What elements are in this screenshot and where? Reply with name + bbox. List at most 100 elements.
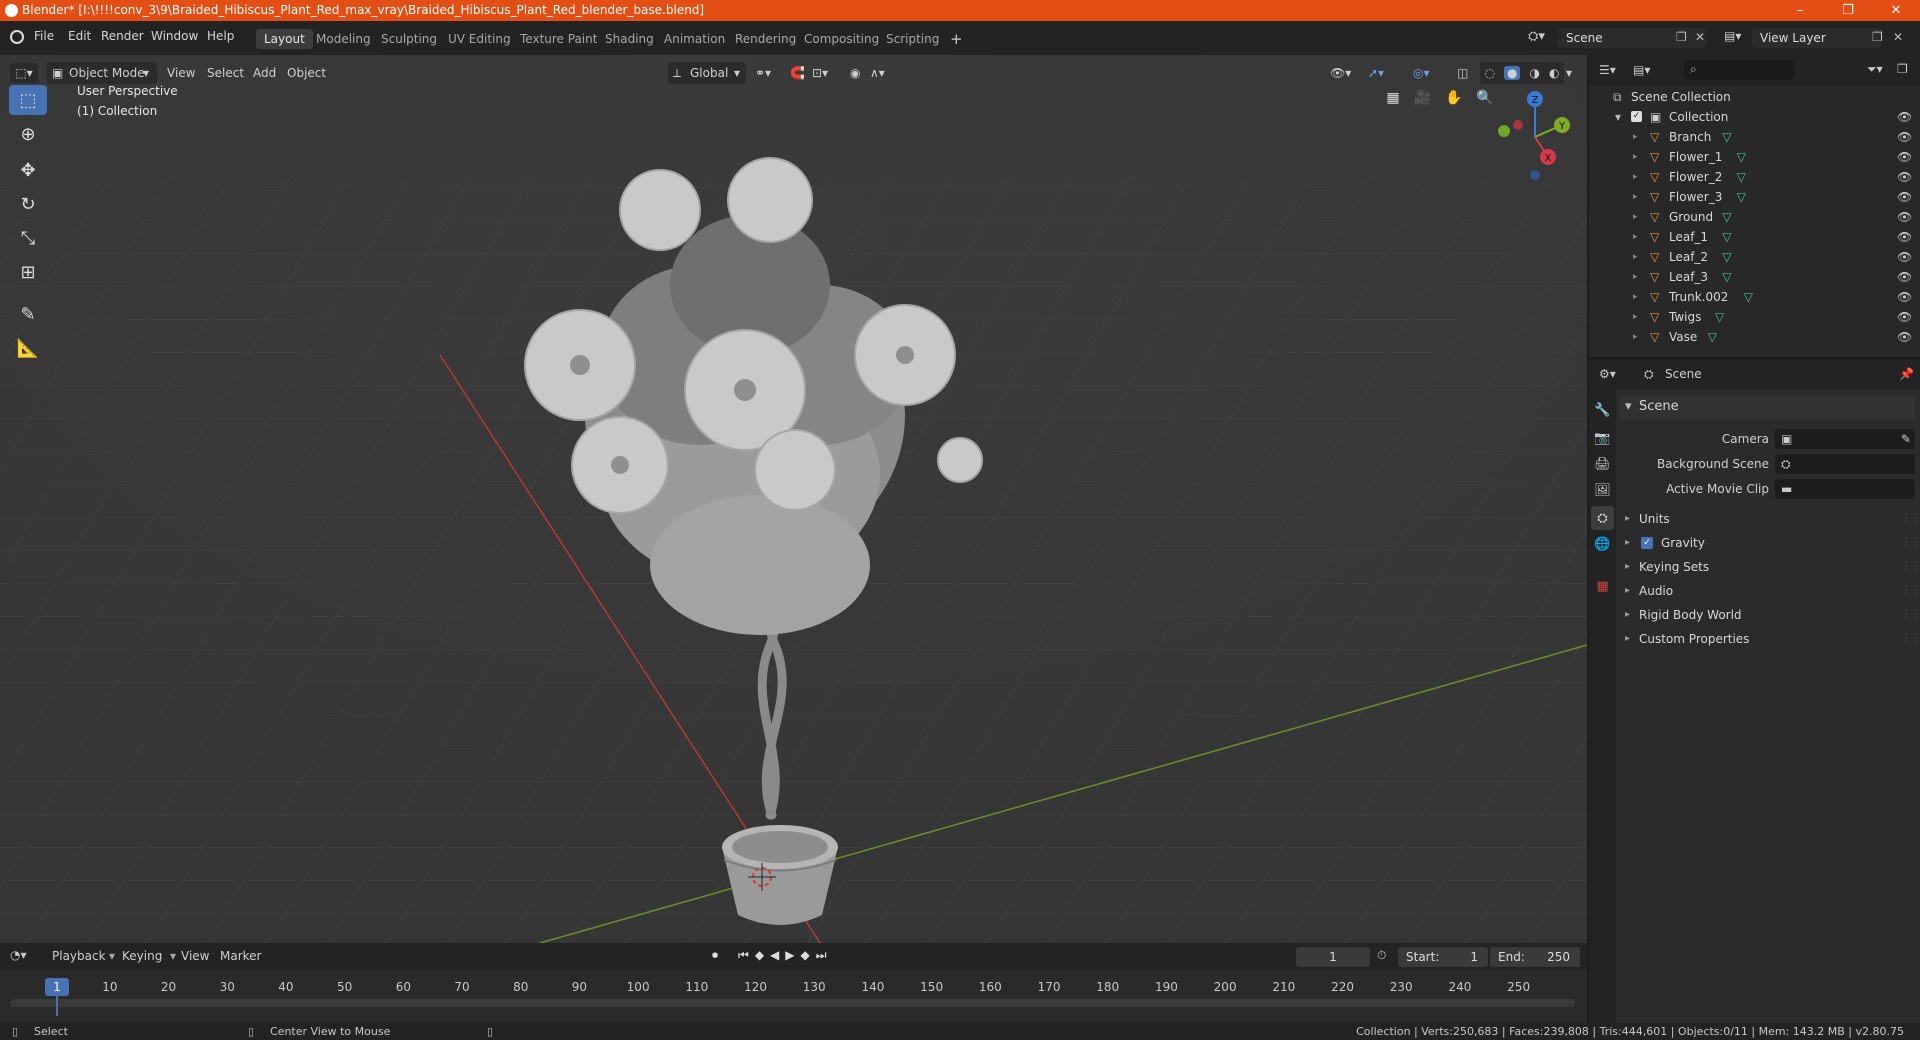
gravity-checkbox[interactable]: ✓ xyxy=(1641,537,1653,549)
expand-arrow-icon[interactable]: ▸ xyxy=(1633,307,1638,327)
object-mode-dropdown[interactable]: ▣ Object Mode ▾ xyxy=(47,62,157,84)
outliner-row-object[interactable]: ▸ ▽ ▽ 👁 Leaf_3 xyxy=(1589,267,1920,287)
outliner-row-object[interactable]: ▸ ▽ ▽ 👁 Leaf_1 xyxy=(1589,227,1920,247)
menu-file[interactable]: File xyxy=(34,29,54,43)
gizmo-toggle-icon[interactable]: ➚▾ xyxy=(1368,62,1384,84)
display-mode-icon[interactable]: ▤▾ xyxy=(1633,63,1650,77)
timeline-editor-type-icon[interactable]: ◔▾ xyxy=(10,948,27,962)
blender-menu-icon[interactable] xyxy=(10,30,24,44)
outliner-row-scene-collection[interactable]: ⧉ Scene Collection xyxy=(1589,87,1920,107)
property-field[interactable]: ▣ ✎ xyxy=(1775,429,1915,449)
eyedropper-icon[interactable]: ✎ xyxy=(1901,429,1911,449)
drag-handle-icon[interactable]: ⋮⋮ xyxy=(1901,603,1920,627)
subpanel-header[interactable]: ▸ ✓ Gravity ⋮⋮ xyxy=(1619,531,1920,555)
view-layer-field[interactable]: View Layer xyxy=(1752,28,1882,48)
jump-start-icon[interactable]: ⏮ xyxy=(738,948,755,962)
camera-view-icon[interactable]: 🎥 xyxy=(1410,85,1436,111)
select-box-tool[interactable]: ⬚ xyxy=(9,85,47,115)
expand-arrow-icon[interactable]: ▸ xyxy=(1633,127,1638,147)
mesh-data-icon[interactable]: ▽ xyxy=(1708,327,1717,347)
filter-icon[interactable]: ⏷▾ xyxy=(1867,62,1883,77)
play-reverse-icon[interactable]: ◀ xyxy=(770,948,785,962)
properties-editor-type-icon[interactable]: ⚙▾ xyxy=(1599,367,1616,381)
drag-handle-icon[interactable]: ⋮⋮ xyxy=(1901,579,1920,603)
3d-viewport[interactable]: ⬚▾ ▣ Object Mode ▾ View Select Add Objec… xyxy=(0,55,1587,943)
viewport-menu-view[interactable]: View xyxy=(167,62,195,84)
timeline-menu-keying[interactable]: Keying xyxy=(122,949,162,963)
scene-selector-icon[interactable]: ⛭▾ xyxy=(1528,29,1545,44)
material-shading-icon[interactable]: ◑ xyxy=(1530,66,1540,80)
annotate-tool[interactable]: ✎ xyxy=(9,299,47,329)
eye-icon[interactable]: 👁 xyxy=(1897,207,1912,227)
timeline-menu-view[interactable]: View xyxy=(181,949,209,963)
tab-rendering[interactable]: Rendering xyxy=(727,29,804,49)
subpanel-header[interactable]: ▸ Rigid Body World ⋮⋮ xyxy=(1619,603,1920,627)
expand-arrow-icon[interactable]: ▸ xyxy=(1633,247,1638,267)
eye-icon[interactable]: 👁 xyxy=(1897,147,1912,167)
visibility-selectability-icon[interactable]: 👁▾ xyxy=(1330,62,1351,84)
mesh-data-icon[interactable]: ▽ xyxy=(1722,207,1731,227)
expand-arrow-icon[interactable]: ▸ xyxy=(1633,147,1638,167)
rendered-shading-icon[interactable]: ◐ xyxy=(1549,66,1559,80)
shading-options-icon[interactable]: ▾ xyxy=(1566,62,1572,84)
tab-animation[interactable]: Animation xyxy=(656,29,733,49)
transform-tool[interactable]: ⊞ xyxy=(9,257,47,287)
editor-type-button[interactable]: ⬚▾ xyxy=(10,63,38,83)
playhead-indicator[interactable]: 1 xyxy=(45,978,69,996)
transform-orientation-dropdown[interactable]: ⟂ Global ▾ xyxy=(668,62,746,84)
proportional-edit-icon[interactable]: ◉ xyxy=(850,62,860,84)
tab-scripting[interactable]: Scripting xyxy=(878,29,947,49)
drag-handle-icon[interactable]: ⋮⋮ xyxy=(1901,627,1920,651)
navigation-gizmo[interactable]: Z Y X xyxy=(1490,85,1580,185)
mesh-data-icon[interactable]: ▽ xyxy=(1744,287,1753,307)
tab-modeling[interactable]: Modeling xyxy=(308,29,379,49)
proportional-falloff-icon[interactable]: ∧▾ xyxy=(870,62,885,84)
tab-compositing[interactable]: Compositing xyxy=(796,29,887,49)
eye-icon[interactable]: 👁 xyxy=(1897,107,1912,127)
subpanel-header[interactable]: ▸ Units ⋮⋮ xyxy=(1619,507,1920,531)
record-button[interactable]: ⏺ xyxy=(712,948,718,963)
timeline-menu-playback[interactable]: Playback xyxy=(52,949,106,963)
next-keyframe-icon[interactable]: ◆ xyxy=(801,948,816,962)
expand-arrow-icon[interactable]: ▸ xyxy=(1633,267,1638,287)
pan-view-icon[interactable]: ✋ xyxy=(1441,85,1467,111)
eye-icon[interactable]: 👁 xyxy=(1897,167,1912,187)
scale-tool[interactable]: ⤡ xyxy=(9,223,47,253)
outliner-row-object[interactable]: ▸ ▽ ▽ 👁 Vase xyxy=(1589,327,1920,347)
end-frame-field[interactable]: End: 250 xyxy=(1490,947,1580,967)
tool-tab-icon[interactable]: 🔧 xyxy=(1591,398,1614,422)
outliner-row-object[interactable]: ▸ ▽ ▽ 👁 Flower_1 xyxy=(1589,147,1920,167)
expand-arrow-icon[interactable]: ▸ xyxy=(1633,227,1638,247)
world-tab-icon[interactable]: 🌐 xyxy=(1591,532,1614,556)
outliner-search-input[interactable] xyxy=(1684,60,1794,80)
expand-arrow-icon[interactable]: ▸ xyxy=(1633,187,1638,207)
tab-shading[interactable]: Shading xyxy=(597,29,662,49)
mesh-data-icon[interactable]: ▽ xyxy=(1737,167,1746,187)
subpanel-header[interactable]: ▸ Audio ⋮⋮ xyxy=(1619,579,1920,603)
new-view-layer-icon[interactable]: ❐ xyxy=(1872,30,1883,44)
snap-toggle-icon[interactable]: 🧲 xyxy=(790,62,805,84)
rotate-tool[interactable]: ↻ xyxy=(9,189,47,219)
eye-icon[interactable]: 👁 xyxy=(1897,287,1912,307)
drag-handle-icon[interactable]: ⋮⋮ xyxy=(1901,531,1920,555)
mesh-data-icon[interactable]: ▽ xyxy=(1722,227,1731,247)
viewport-menu-object[interactable]: Object xyxy=(287,62,326,84)
delete-scene-icon[interactable]: ✕ xyxy=(1695,30,1705,44)
eye-icon[interactable]: 👁 xyxy=(1897,327,1912,347)
expand-arrow-icon[interactable]: ▸ xyxy=(1633,287,1638,307)
view-layer-tab-icon[interactable]: 🖼 xyxy=(1591,478,1614,502)
prev-keyframe-icon[interactable]: ◆ xyxy=(755,948,770,962)
menu-render[interactable]: Render xyxy=(101,29,144,43)
mesh-data-icon[interactable]: ▽ xyxy=(1737,187,1746,207)
tab-layout[interactable]: Layout xyxy=(256,29,313,49)
eye-icon[interactable]: 👁 xyxy=(1897,227,1912,247)
viewport-menu-select[interactable]: Select xyxy=(207,62,244,84)
measure-tool[interactable]: 📐 xyxy=(9,333,47,363)
current-frame-field[interactable]: 1 xyxy=(1296,947,1370,967)
drag-handle-icon[interactable]: ⋮⋮ xyxy=(1901,555,1920,579)
menu-edit[interactable]: Edit xyxy=(68,29,91,43)
preview-range-icon[interactable]: ⏱ xyxy=(1377,948,1386,963)
delete-view-layer-icon[interactable]: ✕ xyxy=(1893,30,1903,44)
expand-arrow-icon[interactable]: ▸ xyxy=(1633,167,1638,187)
tab-sculpting[interactable]: Sculpting xyxy=(373,29,445,49)
